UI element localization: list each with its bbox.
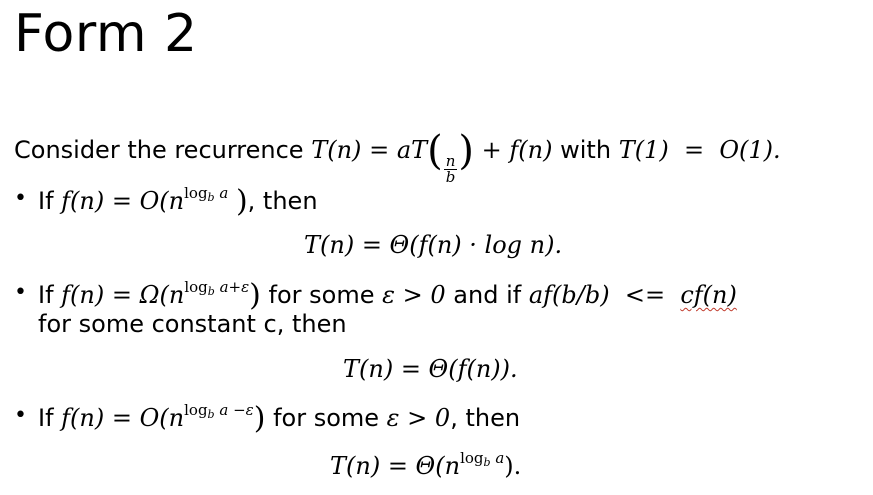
case-2-exp-tail: a+ε [214,278,250,296]
case-1-exp-base: b [207,191,215,204]
equals-sign: = [369,136,390,164]
case-3-result-exp-tail: a [490,449,505,467]
case-3-condition: If f(n) = O(nlogb a −ε) for some ε > 0, … [38,401,520,436]
case-3-result: T(n) = Θ(nlogb a). [330,449,521,480]
case-3-then: , then [450,404,521,432]
intro-prefix: Consider the recurrence [14,136,304,164]
case-3-result-exp-base: b [483,456,491,469]
right-paren: ) [458,128,475,174]
recurrence-definition: Consider the recurrence T(n) = aT(n b) + … [14,128,781,185]
case-2-if: If [38,281,54,309]
case-2-condition: If f(n) = Ω(nlogb a+ε) for some ε > 0 an… [38,278,737,313]
case-2-close-paren: ) [249,278,261,313]
case-3-f-expr: f(n) = O(n [61,404,185,432]
case-3-close-paren: ) [253,401,266,436]
case-3-result-prefix: T(n) = Θ(n [330,452,461,480]
fraction-denominator: b [445,168,456,186]
case-2-for-some: for some [268,281,375,309]
case-2-f-expr: f(n) = Ω(n [61,281,185,309]
case-1-exponent: logb a [184,184,229,204]
function-T: T [411,136,428,164]
case-3-exp-log: log [184,401,208,419]
case-3-result-suffix: ). [504,452,522,480]
case-1-exp-tail: a [214,184,229,202]
case-1-exp-log: log [184,184,208,202]
plus-f-term: + f(n) [481,136,553,164]
case-2-and-if: and if [453,281,522,309]
intro-with: with [560,136,612,164]
base-case-lhs: T(1) [618,136,669,164]
case-1-close-paren: ) [235,184,248,219]
case-3-for-some: for some [273,404,380,432]
bullet-case-1: • [14,186,27,211]
case-2-result: T(n) = Θ(f(n)). [343,355,518,383]
case-3-epsilon-cond: ε > 0 [386,404,451,432]
case-1-result: T(n) = Θ(f(n) · log n). [304,231,563,259]
case-2-le: <= [624,281,666,309]
slide-title: Form 2 [14,4,198,64]
case-2-regularity-lhs: af(b/b) [528,281,610,309]
case-1-if: If [38,187,54,215]
fraction-n-over-b: nb [443,154,458,186]
case-3-exp-base: b [207,408,215,421]
case-2-regularity-rhs: cf(n) [680,281,737,309]
recurrence-lhs: T(n) [311,136,362,164]
case-2-exponent: logb a+ε [184,278,250,298]
case-1-f-expr: f(n) = O(n [61,187,185,215]
case-2-epsilon-cond: ε > 0 [382,281,446,309]
bullet-case-2: • [14,280,27,305]
case-2-exp-base: b [207,285,215,298]
case-3-exp-tail: a −ε [214,401,254,419]
left-paren: ( [427,128,443,174]
case-2-exp-log: log [184,278,208,296]
bullet-case-3: • [14,403,27,428]
case-3-result-exp-log: log [460,449,484,467]
case-3-result-exponent: logb a [460,449,505,469]
base-equals: = [683,136,705,164]
case-2-line-2: for some constant c, then [38,310,347,338]
case-1-then: , then [247,187,318,215]
case-3-exponent: logb a −ε [184,401,254,421]
case-3-if: If [38,404,54,432]
base-case-rhs: O(1). [719,136,781,164]
coefficient-a: a [396,136,412,164]
case-1-condition: If f(n) = O(nlogb a ), then [38,184,318,219]
